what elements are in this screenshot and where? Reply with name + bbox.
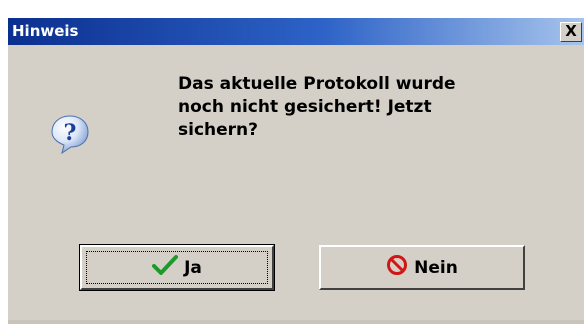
close-icon: X [565,22,577,40]
window-title: Hinweis [12,22,79,40]
close-button[interactable]: X [560,22,582,42]
focus-rectangle [86,251,268,284]
yes-button[interactable]: Ja [79,244,275,291]
dialog-message: Das aktuelle Protokoll wurde noch nicht … [178,74,456,140]
question-icon: ? [50,114,90,155]
no-button[interactable]: Nein [319,245,525,290]
no-button-label: Nein [414,257,458,278]
title-bar[interactable]: Hinweis X [8,18,584,45]
dialog-window: Hinweis X ? Das aktuelle Protokoll wurde… [8,18,584,324]
prohibited-icon [386,254,414,281]
window-bottom-edge [8,320,584,324]
svg-text:?: ? [64,120,77,146]
